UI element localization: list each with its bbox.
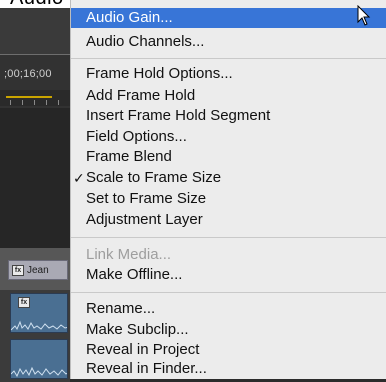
menu-item-frame-blend[interactable]: Frame Blend — [71, 147, 386, 167]
menu-item-label: Frame Blend — [86, 148, 172, 165]
menu-item-label: Set to Frame Size — [86, 190, 207, 207]
clip-label[interactable]: fx Jean — [8, 260, 68, 280]
ruler-tick — [22, 100, 23, 105]
mouse-cursor-icon — [357, 5, 371, 26]
menu-item-reveal-in-finder[interactable]: Reveal in Finder... — [71, 359, 386, 379]
fx-icon: fx — [18, 297, 30, 308]
menu-item-label: Add Frame Hold — [86, 87, 196, 104]
menu-item-link-media: Link Media... — [71, 245, 386, 265]
ruler-tick — [10, 100, 11, 105]
menu-item-label: Field Options... — [86, 128, 187, 145]
menu-item-reveal-in-project[interactable]: Reveal in Project — [71, 340, 386, 360]
menu-item-label: Link Media... — [86, 246, 172, 263]
work-area-bar[interactable] — [6, 96, 52, 98]
menu-item-label: Insert Frame Hold Segment — [86, 107, 271, 124]
menu-item-frame-hold-options[interactable]: Frame Hold Options... — [71, 64, 386, 84]
waveform-icon — [11, 320, 67, 331]
checkmark-icon: ✓ — [73, 170, 85, 186]
menu-item-label: Reveal in Project — [86, 341, 200, 358]
menu-item-set-to-frame-size[interactable]: Set to Frame Size — [71, 189, 386, 209]
menu-item-field-options[interactable]: Field Options... — [71, 127, 386, 147]
menu-item-audio-channels[interactable]: Audio Channels... — [71, 32, 386, 52]
menu-item-label: Audio Gain... — [86, 9, 173, 26]
menu-item-make-offline[interactable]: Make Offline... — [71, 265, 386, 285]
waveform-icon — [11, 366, 67, 378]
timeline-panel: ;00;16;00 fx Jean fx — [0, 8, 70, 382]
ruler-tick — [46, 100, 47, 105]
menu-item-label: Rename... — [86, 300, 156, 317]
menu-item-label: Make Offline... — [86, 266, 183, 283]
menu-item-make-subclip[interactable]: Make Subclip... — [71, 320, 386, 340]
menu-item-label: Frame Hold Options... — [86, 65, 233, 82]
menu-item-adjustment-layer[interactable]: Adjustment Layer — [71, 210, 386, 230]
menu-item-label: Scale to Frame Size — [86, 169, 222, 186]
menu-item-scale-to-frame-size[interactable]: ✓ Scale to Frame Size — [71, 168, 386, 188]
menu-item-label: Make Subclip... — [86, 321, 189, 338]
menu-item-add-frame-hold[interactable]: Add Frame Hold — [71, 86, 386, 106]
audio-clip[interactable]: fx — [10, 293, 68, 333]
video-track-area — [0, 108, 70, 248]
audio-track — [0, 336, 70, 382]
timeline-header — [0, 8, 70, 54]
menu-item-label: Audio Channels... — [86, 33, 205, 50]
fx-icon: fx — [12, 264, 24, 276]
menu-item-label: Adjustment Layer — [86, 211, 203, 228]
menu-separator — [71, 237, 386, 238]
menu-item-rename[interactable]: Rename... — [71, 299, 386, 319]
menu-item-label: Reveal in Finder... — [86, 360, 207, 377]
ruler-tick — [34, 100, 35, 105]
divider — [0, 54, 70, 55]
ruler-tick — [58, 100, 59, 105]
menu-separator — [71, 58, 386, 59]
clip-name: Jean — [27, 264, 49, 276]
timecode-readout: ;00;16;00 — [4, 68, 52, 80]
audio-clip[interactable] — [10, 339, 68, 379]
time-ruler[interactable] — [0, 90, 70, 106]
menu-item-insert-frame-hold-segment[interactable]: Insert Frame Hold Segment — [71, 106, 386, 126]
context-menu: Audio Gain... Audio Channels... Frame Ho… — [70, 0, 386, 379]
menu-item-audio-gain[interactable]: Audio Gain... — [71, 8, 386, 28]
menu-separator — [71, 292, 386, 293]
audio-track: fx — [0, 290, 70, 336]
